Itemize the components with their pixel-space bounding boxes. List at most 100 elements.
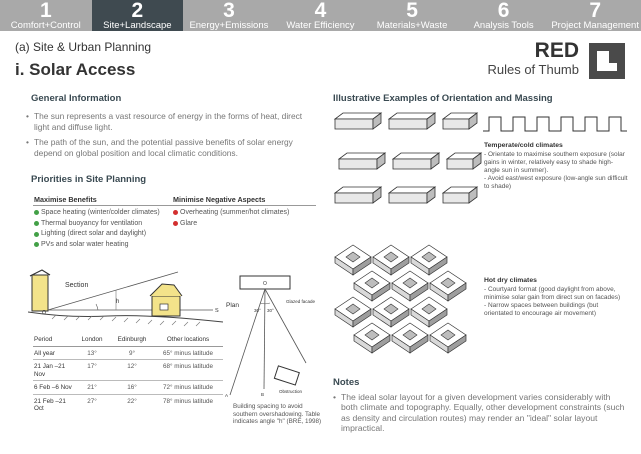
sun-table-body: All year 13° 9° 65° minus latitude 21 Jan –2… — [33, 346, 223, 415]
obstruction-box — [273, 365, 300, 386]
section-window — [159, 303, 169, 311]
green-dot-icon — [34, 242, 39, 248]
section-label: Section — [65, 282, 88, 289]
maximise-list: Space heating (winter/colder climates) T… — [34, 208, 166, 250]
red-dot-icon — [173, 220, 178, 226]
obstruction-label: Obstruction — [279, 389, 303, 394]
general-info-bullet: The sun represents a vast resource of en… — [26, 111, 314, 132]
table-cell: 6 Feb –6 Nov — [33, 380, 73, 395]
table-cell: 22° — [127, 397, 137, 405]
notes-text: The ideal solar layout for a given devel… — [333, 392, 626, 434]
tab-label: Comfort+Control — [10, 20, 81, 31]
courtyard-grid — [334, 244, 467, 354]
minimise-item-label: Overheating (summer/hot climates) — [180, 209, 290, 216]
green-dot-icon — [34, 231, 39, 237]
maximise-item: PVs and solar water heating — [34, 240, 166, 250]
tab-section-7[interactable]: 7 Project Management — [549, 0, 641, 31]
tab-section-1[interactable]: 1 Comfort+Control — [0, 0, 92, 31]
table-row: 21 Jan –21 Nov 17° 12° 68° minus latitude — [33, 359, 223, 382]
tab-section-5[interactable]: 5 Materials+Waste — [366, 0, 458, 31]
minimise-item: Glare — [173, 219, 313, 229]
tab-number: 5 — [406, 0, 418, 22]
priorities-heading: Priorities in Site Planning — [31, 174, 147, 185]
maximise-item-label: Space heating (winter/colder climates) — [41, 209, 160, 216]
temperate-text: - Orientate to maximise southern exposur… — [484, 151, 628, 191]
tab-number: 4 — [314, 0, 327, 22]
tab-number: 6 — [497, 0, 510, 22]
green-dot-icon — [34, 220, 39, 226]
section-diagram: Section h O S — [28, 269, 223, 327]
table-cell: 27° — [87, 397, 97, 405]
plan-b-label: B — [261, 392, 264, 397]
general-info-bullet: The path of the sun, and the potential p… — [26, 137, 314, 158]
general-info-list: The sun represents a vast resource of en… — [26, 111, 314, 163]
maximise-item-label: PVs and solar water heating — [41, 240, 129, 248]
notes-heading: Notes — [333, 377, 360, 388]
section-roof-right — [149, 283, 183, 297]
angle-h-label: h — [116, 299, 119, 305]
tab-label: Materials+Waste — [376, 20, 448, 31]
table-header: London — [73, 336, 111, 347]
table-row: All year 13° 9° 65° minus latitude — [33, 346, 223, 361]
green-dot-icon — [34, 210, 39, 216]
plan-angle-left: 30° — [254, 308, 261, 313]
section-tab-bar: 1 Comfort+Control 2 Site+Landscape 3 Energy+E… — [0, 0, 641, 31]
sun-angle-table: Period London Edinburgh Other locations … — [33, 336, 223, 414]
tab-section-4[interactable]: 4 Water Efficiency — [275, 0, 367, 31]
tab-section-2[interactable]: 2 Site+Landscape — [91, 0, 184, 31]
table-row: 6 Feb –6 Nov 21° 16° 72° minus latitude — [33, 380, 223, 395]
table-cell: 78° minus latitude — [162, 397, 214, 405]
table-header-row: Period London Edinburgh Other locations — [33, 336, 223, 347]
table-row: 21 Feb –21 Oct 27° 22° 78° minus latitude — [33, 394, 223, 414]
maximise-column-header: Maximise Benefits — [34, 195, 97, 204]
plan-o-label: O — [263, 281, 267, 287]
table-header: Edinburgh — [111, 336, 153, 347]
table-cell: 13° — [73, 346, 111, 361]
table-header: Other locations — [153, 336, 223, 347]
general-info-heading: General Information — [31, 93, 122, 104]
table-cell: 68° minus latitude — [153, 359, 223, 382]
priorities-divider — [33, 205, 316, 206]
point-o-label: O — [42, 310, 47, 316]
tab-label: Project Management — [551, 20, 639, 31]
temperate-blocks — [333, 112, 483, 204]
red-dot-icon — [173, 210, 178, 216]
table-cell: 12° — [111, 359, 153, 382]
maximise-item-label: Lighting (direct solar and daylight) — [41, 230, 147, 238]
tab-label: Site+Landscape — [103, 20, 172, 31]
maximise-item: Lighting (direct solar and daylight) — [34, 229, 166, 239]
maximise-item: Space heating (winter/colder climates) — [34, 208, 166, 218]
brand-subtitle: Rules of Thumb — [487, 62, 579, 77]
brand-block: RED Rules of Thumb — [474, 40, 579, 78]
minimise-column-header: Minimise Negative Aspects — [173, 195, 266, 204]
hot-dry-text: - Courtyard format (good daylight from a… — [484, 286, 621, 318]
temperate-section-profile — [483, 116, 627, 132]
table-cell: 17° — [73, 359, 111, 382]
temperate-heading: Temperate/cold climates — [484, 142, 563, 149]
table-cell: 21 Feb –21 Oct — [34, 397, 66, 413]
section-building-left — [31, 274, 49, 312]
maximise-item: Thermal buoyancy for ventilation — [34, 219, 166, 229]
table-cell: 16° — [111, 380, 153, 395]
hot-dry-courtyard-illustration — [334, 244, 467, 354]
plan-label: Plan — [226, 302, 239, 309]
hot-dry-heading: Hot dry climates — [484, 277, 537, 284]
table-cell: 65° minus latitude — [153, 346, 223, 361]
examples-heading: Illustrative Examples of Orientation and… — [333, 93, 553, 104]
spacing-caption: Building spacing to avoid southern overs… — [233, 403, 322, 426]
tab-section-6[interactable]: 6 Analysis Tools — [458, 0, 550, 31]
tab-number: 2 — [131, 0, 144, 22]
tab-section-3[interactable]: 3 Energy+Emissions — [183, 0, 275, 31]
table-cell: 72° minus latitude — [153, 380, 223, 395]
table-header: Period — [33, 336, 73, 347]
minimise-item-label: Glare — [180, 219, 198, 227]
tab-number: 1 — [39, 0, 52, 22]
plan-a-label: A — [225, 393, 228, 398]
tab-label: Analysis Tools — [473, 20, 534, 31]
minimise-list: Overheating (summer/hot climates) Glare — [173, 208, 313, 229]
tab-number: 3 — [223, 0, 235, 22]
angle-arc — [95, 303, 99, 311]
table-cell: 9° — [111, 346, 153, 361]
glazed-facade-label: Glazed facade — [286, 299, 316, 304]
red-logo-icon — [589, 43, 625, 79]
